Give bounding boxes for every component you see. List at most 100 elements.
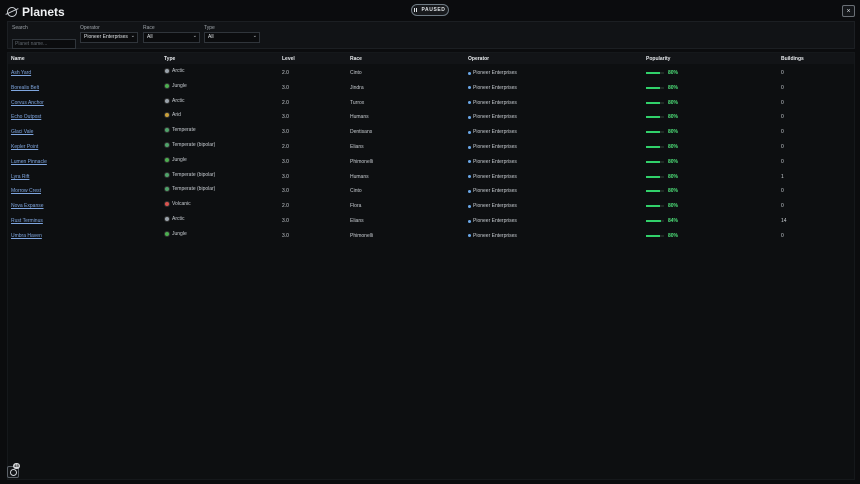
close-button[interactable]: ×	[842, 5, 855, 17]
type-filter: Type All ⌄	[204, 25, 260, 43]
planet-type-icon	[164, 68, 170, 74]
chevron-down-icon: ⌄	[192, 33, 197, 39]
header-popularity[interactable]: Popularity	[646, 56, 670, 62]
planet-race: Cinto	[350, 188, 362, 195]
planet-type-label: Temperate (bipolar)	[172, 142, 216, 148]
popularity-bar	[646, 190, 664, 193]
planet-race: Elians	[350, 218, 364, 224]
planet-popularity-cell: 80%	[646, 70, 678, 76]
planet-popularity-cell: 84%	[646, 218, 678, 224]
pause-status-button[interactable]: PAUSED	[411, 4, 449, 16]
table-row[interactable]: Umbra Haven Jungle 3.0 Phimonelli Pioneer En…	[8, 229, 854, 243]
race-select-value: All	[147, 34, 153, 40]
popularity-bar	[646, 175, 664, 178]
planet-popularity-cell: 80%	[646, 144, 678, 150]
popularity-fill	[646, 220, 662, 222]
planet-name-link[interactable]: Morrow Crest	[11, 188, 41, 194]
header-type[interactable]: Type	[164, 56, 175, 62]
header-level[interactable]: Level	[282, 56, 295, 62]
planet-operator: Pioneer Enterprises	[473, 218, 517, 224]
operator-filter: Operator Pioneer Enterprises ⌄	[80, 25, 138, 43]
race-select[interactable]: All ⌄	[143, 32, 200, 43]
table-row[interactable]: Echo Outpost Arid 3.0 Humans Pioneer Enterpr…	[8, 110, 854, 124]
table-row[interactable]: Kepler Point Temperate (bipolar) 2.0 Elians…	[8, 140, 854, 154]
planet-name-link[interactable]: Corvus Anchor	[11, 100, 44, 106]
planet-name-link[interactable]: Echo Outpost	[11, 114, 41, 120]
popularity-fill	[646, 175, 661, 178]
planet-name-link[interactable]: Umbra Haven	[11, 233, 42, 239]
planet-type-icon	[164, 82, 170, 89]
planet-type-cell: Temperate (bipolar)	[164, 171, 215, 178]
header-operator[interactable]: Operator	[468, 56, 489, 62]
planet-popularity-cell: 80%	[646, 203, 678, 209]
table-row[interactable]: Borealis Belt Jungle 3.0 Jindra Pioneer Ente…	[8, 81, 854, 95]
planet-level: 3.0	[282, 129, 289, 136]
planet-name-link[interactable]: Glaci Vale	[11, 129, 33, 135]
planet-type-icon	[164, 230, 170, 237]
table-row[interactable]: Ash Yard Arctic 2.0 Cinto Pioneer Enterprise…	[8, 66, 854, 80]
planet-level: 3.0	[282, 84, 289, 91]
popularity-fill	[646, 86, 661, 89]
operator-icon	[468, 71, 471, 75]
popularity-bar	[646, 146, 664, 148]
planet-name-link[interactable]: Ash Yard	[11, 70, 31, 76]
planet-icon	[7, 7, 17, 17]
planet-race: Humans	[350, 173, 369, 180]
table-row[interactable]: Glaci Vale Temperate 3.0 Dentisans Pioneer E…	[8, 125, 854, 139]
planet-type-cell: Volcanic	[164, 201, 191, 208]
popularity-fill	[646, 116, 661, 119]
planet-buildings: 0	[781, 232, 784, 239]
popularity-bar	[646, 234, 664, 237]
planet-name-link[interactable]: Borealis Belt	[11, 85, 39, 91]
planet-buildings: 0	[781, 99, 784, 106]
planet-level: 3.0	[282, 173, 289, 180]
planet-buildings: 0	[781, 144, 784, 150]
table-row[interactable]: Corvus Anchor Arctic 2.0 Turrox Pioneer Ente…	[8, 96, 854, 110]
planet-operator-cell: Pioneer Enterprises	[468, 114, 517, 120]
operator-icon	[468, 101, 471, 105]
planet-popularity-cell: 80%	[646, 129, 678, 135]
header-name[interactable]: Name	[11, 56, 25, 62]
header-race[interactable]: Race	[350, 56, 362, 62]
planet-buildings: 0	[781, 84, 784, 91]
planet-operator: Pioneer Enterprises	[473, 203, 517, 210]
popularity-fill	[646, 205, 661, 208]
planet-name-link[interactable]: Rust Terminus	[11, 218, 43, 224]
planet-name-link[interactable]: Nova Expanse	[11, 203, 44, 209]
type-filter-label: Type	[204, 25, 215, 31]
popularity-value: 80%	[668, 129, 679, 136]
planet-race: Dentisans	[350, 129, 373, 136]
search-label: Search	[12, 25, 28, 31]
planet-type-cell: Arid	[164, 112, 181, 119]
planet-type-label: Jungle	[172, 156, 187, 163]
operator-select-value: Pioneer Enterprises	[84, 34, 128, 40]
operator-icon	[468, 86, 471, 90]
planet-buildings: 0	[781, 114, 784, 121]
popularity-value: 80%	[668, 99, 679, 106]
table-row[interactable]: Lyra Rift Temperate (bipolar) 3.0 Humans Pio…	[8, 170, 854, 184]
planet-operator-cell: Pioneer Enterprises	[468, 203, 517, 209]
gear-icon	[9, 468, 17, 476]
planet-race: Phimonelli	[350, 232, 374, 239]
planet-level: 3.0	[282, 218, 289, 224]
search-input[interactable]	[12, 39, 76, 49]
operator-filter-label: Operator	[80, 25, 100, 31]
type-select[interactable]: All ⌄	[204, 32, 260, 43]
header-buildings[interactable]: Buildings	[781, 56, 804, 62]
planet-race: Cinto	[350, 70, 362, 76]
table-row[interactable]: Morrow Crest Temperate (bipolar) 3.0 Cinto P…	[8, 184, 854, 198]
planet-name-link[interactable]: Lumen Pinnacle	[11, 159, 47, 165]
table-row[interactable]: Lumen Pinnacle Jungle 3.0 Phimonelli Pioneer…	[8, 155, 854, 169]
planet-type-cell: Temperate (bipolar)	[164, 142, 215, 148]
table-row[interactable]: Nova Expanse Volcanic 2.0 Flora Pioneer Ente…	[8, 199, 854, 213]
planet-type-label: Arctic	[172, 216, 185, 222]
table-row[interactable]: Rust Terminus Arctic 3.0 Elians Pioneer Ente…	[8, 214, 854, 228]
planet-name-link[interactable]: Lyra Rift	[11, 174, 29, 180]
planet-level: 2.0	[282, 99, 289, 106]
operator-icon	[468, 115, 471, 119]
operator-select[interactable]: Pioneer Enterprises ⌄	[80, 32, 138, 43]
popularity-value: 84%	[668, 218, 679, 224]
planet-name-link[interactable]: Kepler Point	[11, 144, 38, 150]
planet-buildings: 0	[781, 70, 784, 76]
planet-popularity-cell: 80%	[646, 233, 678, 239]
